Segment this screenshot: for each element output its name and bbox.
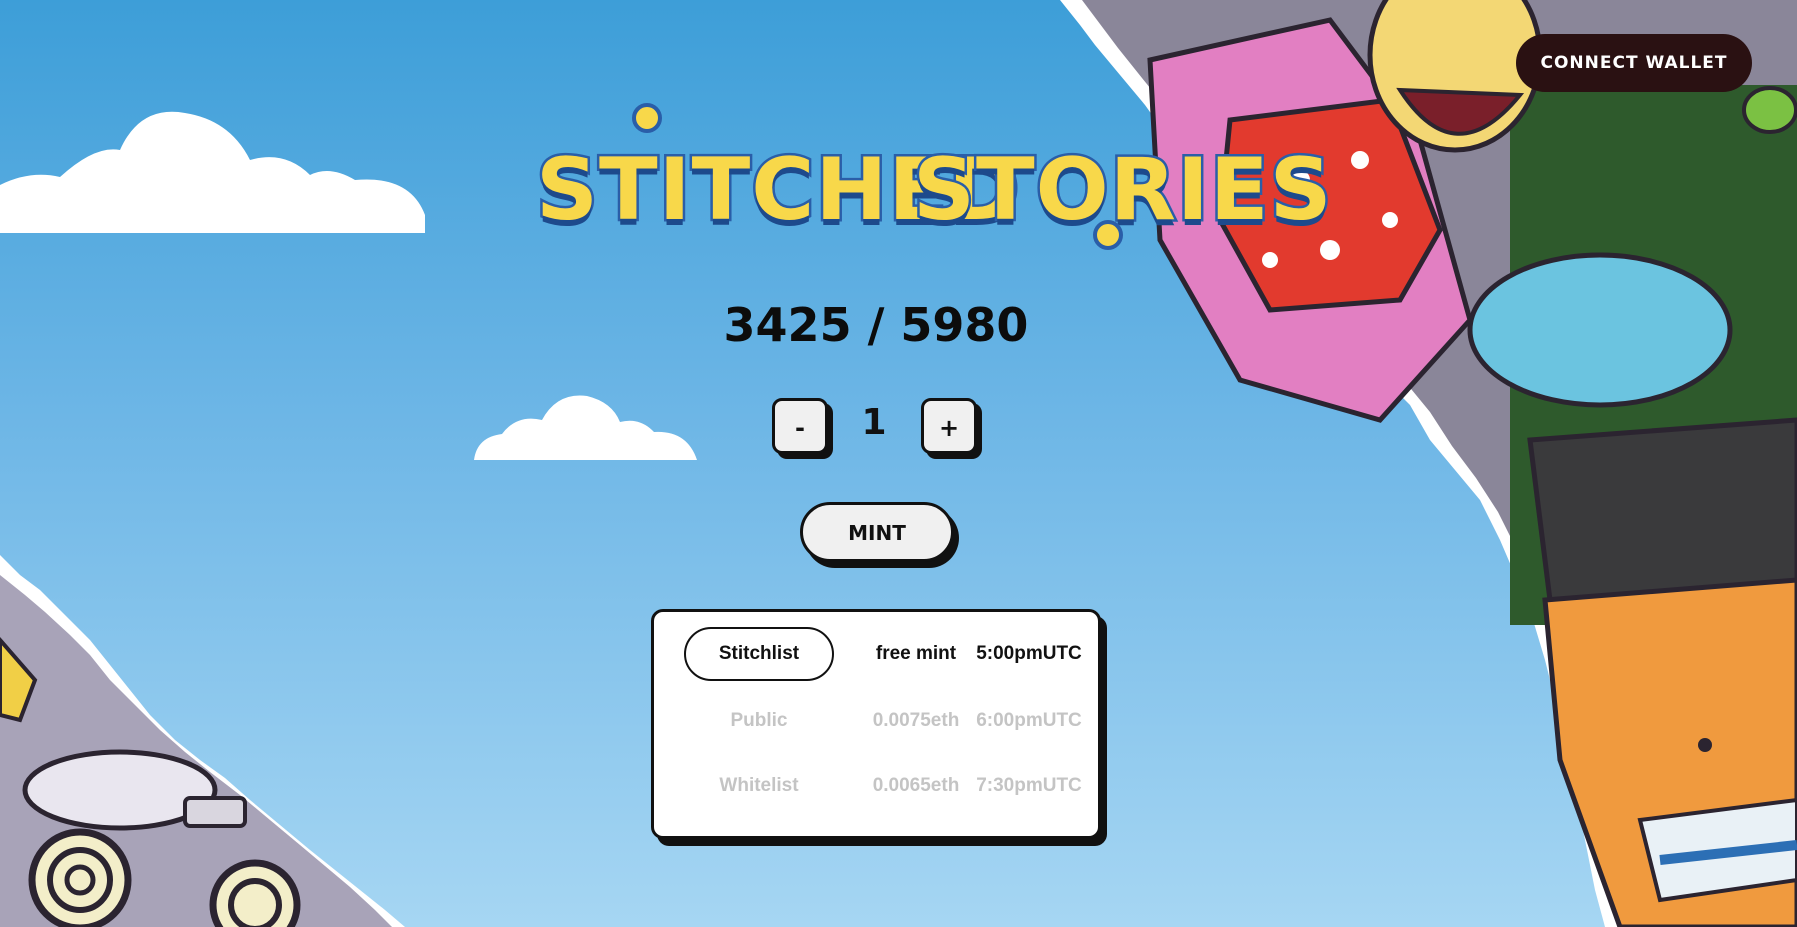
increase-quantity-button[interactable]: + xyxy=(921,398,977,454)
phase-time: 7:30pmUTC xyxy=(976,775,1082,796)
connect-wallet-button[interactable]: CONNECT WALLET xyxy=(1516,34,1752,92)
mint-button[interactable]: MINT xyxy=(800,502,954,562)
logo-dot-icon xyxy=(632,103,662,133)
phase-row-whitelist[interactable]: Whitelist 0.0065eth 7:30pmUTC xyxy=(654,759,1098,813)
phase-row-stitchlist[interactable]: Stitchlist free mint 5:00pmUTC xyxy=(654,627,1098,681)
decrease-quantity-button[interactable]: - xyxy=(772,398,828,454)
cloud-large xyxy=(0,111,425,233)
phase-name: Whitelist xyxy=(719,775,799,796)
cloud-small xyxy=(474,395,697,460)
quantity-value: 1 xyxy=(861,402,887,443)
phase-name: Stitchlist xyxy=(684,627,834,681)
stitched-stories-logo: STITCHED STORIES xyxy=(528,100,1334,265)
phase-row-public[interactable]: Public 0.0075eth 6:00pmUTC xyxy=(654,694,1098,748)
logo-word-stories: STORIES xyxy=(911,138,1335,243)
phase-name: Public xyxy=(730,710,788,731)
logo-dot-icon xyxy=(1093,220,1123,250)
mint-phase-schedule: Stitchlist free mint 5:00pmUTC Public 0.… xyxy=(651,609,1101,839)
phase-time: 6:00pmUTC xyxy=(976,710,1082,731)
minted-supply-counter: 3425 / 5980 xyxy=(723,298,1029,352)
phase-time: 5:00pmUTC xyxy=(976,643,1082,664)
